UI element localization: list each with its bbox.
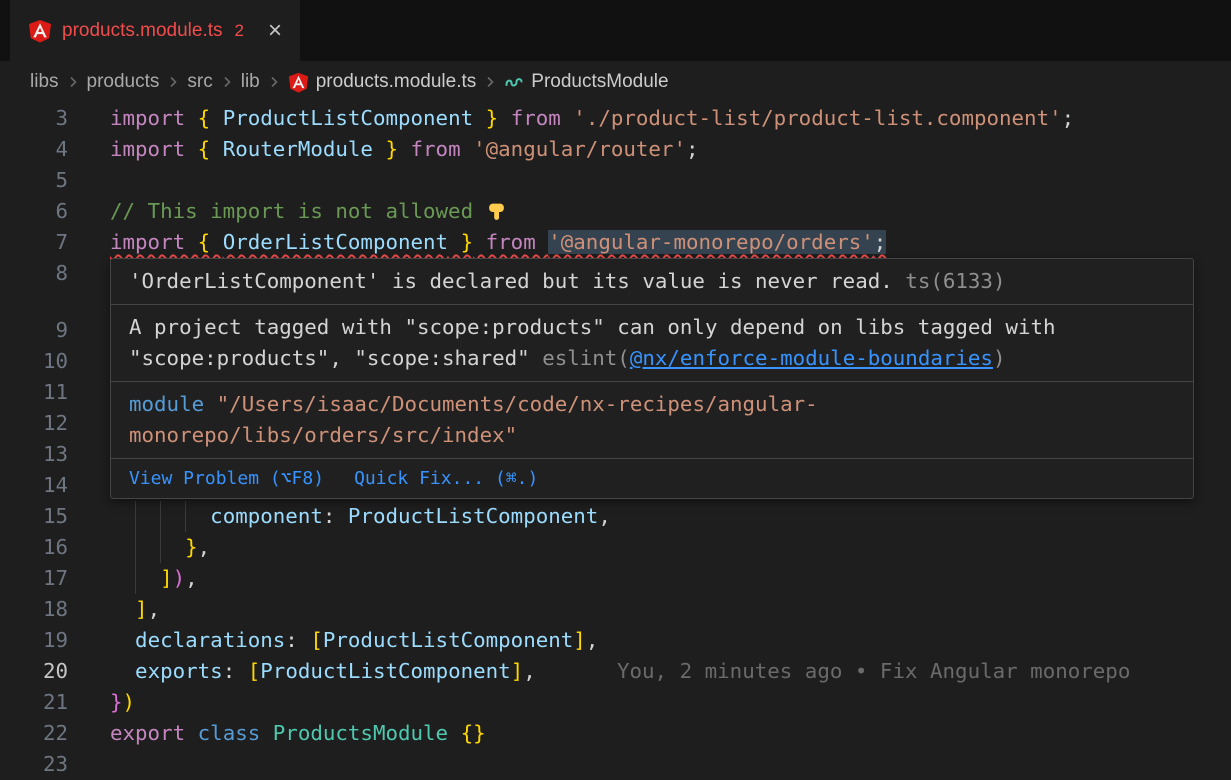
error-hover-popup: 'OrderListComponent' is declared but its…	[110, 258, 1194, 499]
code-text: component: ProductListComponent,	[110, 501, 611, 532]
code-text: exports: [ProductListComponent],	[110, 656, 536, 687]
breadcrumb-item-lib[interactable]: lib	[241, 71, 260, 93]
line-number[interactable]: 11	[0, 377, 68, 408]
code-line-17[interactable]: 17 ]),	[0, 563, 1231, 594]
angular-icon	[288, 72, 309, 93]
git-blame-annotation: You, 2 minutes ago • Fix Angular monorep…	[617, 656, 1130, 687]
code-text: import { ProductListComponent } from './…	[110, 103, 1074, 134]
code-line-6[interactable]: 6 // This import is not allowed	[0, 196, 1231, 227]
code-line-7[interactable]: 7 import { OrderListComponent } from '@an…	[0, 227, 1231, 258]
line-number[interactable]: 16	[0, 532, 68, 563]
code-text: import { RouterModule } from '@angular/r…	[110, 134, 699, 165]
line-number[interactable]: 13	[0, 439, 68, 470]
hover-section-3: module "/Users/isaac/Documents/code/nx-r…	[111, 381, 1193, 458]
hover-text-line: monorepo/libs/orders/src/index"	[129, 420, 1175, 451]
tab-bar: products.module.ts 2 ×	[0, 0, 1231, 61]
code-text: export class ProductsModule {}	[110, 718, 486, 749]
line-number[interactable]: 9	[0, 315, 68, 346]
code-text: },	[110, 532, 210, 563]
line-number[interactable]: 4	[0, 134, 68, 165]
code-text: // This import is not allowed	[110, 196, 507, 227]
code-line-21[interactable]: 21})	[0, 687, 1231, 718]
quick-fix-action[interactable]: Quick Fix... (⌘.)	[354, 468, 538, 489]
line-number[interactable]: 17	[0, 563, 68, 594]
code-line-18[interactable]: 18 ],	[0, 594, 1231, 625]
tab-label: products.module.ts	[62, 20, 223, 42]
hover-text-line: A project tagged with "scope:products" c…	[129, 312, 1175, 343]
hover-section-1: 'OrderListComponent' is declared but its…	[111, 259, 1193, 304]
nx-enforce-module-boundaries-link[interactable]: @nx/enforce-module-boundaries	[630, 346, 993, 370]
code-line-16[interactable]: 16 },	[0, 532, 1231, 563]
hover-text-line: "scope:products", "scope:shared" eslint(…	[129, 343, 1175, 374]
code-editor: 3 import { ProductListComponent } from '.…	[0, 103, 1231, 780]
pointing-down-emoji	[486, 199, 507, 223]
code-line-22[interactable]: 22 export class ProductsModule {}	[0, 718, 1231, 749]
code-line-5[interactable]: 5	[0, 165, 1231, 196]
chevron-right-icon	[165, 74, 181, 90]
breadcrumb: libs products src lib products.module.ts…	[0, 61, 1231, 103]
code-text: import { OrderListComponent } from '@ang…	[110, 227, 886, 258]
breadcrumb-item-file[interactable]: products.module.ts	[316, 71, 477, 93]
chevron-right-icon	[65, 74, 81, 90]
breadcrumb-item-symbol[interactable]: ProductsModule	[531, 71, 668, 93]
view-problem-action[interactable]: View Problem (⌥F8)	[129, 468, 324, 489]
code-text: ],	[110, 594, 160, 625]
line-number[interactable]: 5	[0, 165, 68, 196]
hover-messages: 'OrderListComponent' is declared but its…	[111, 259, 1193, 458]
code-line-23[interactable]: 23	[0, 749, 1231, 780]
code-text: })	[110, 687, 135, 718]
hover-text-line: 'OrderListComponent' is declared but its…	[129, 266, 1175, 297]
line-number[interactable]: 15	[0, 501, 68, 532]
code-line-15[interactable]: 15 component: ProductListComponent,	[0, 501, 1231, 532]
chevron-right-icon	[219, 74, 235, 90]
code-line-4[interactable]: 4 import { RouterModule } from '@angular/…	[0, 134, 1231, 165]
breadcrumb-item-libs[interactable]: libs	[30, 71, 59, 93]
hover-section-2: A project tagged with "scope:products" c…	[111, 304, 1193, 381]
problem-count-badge: 2	[235, 21, 244, 41]
chevron-right-icon	[482, 74, 498, 90]
line-number[interactable]: 18	[0, 594, 68, 625]
line-number[interactable]: 6	[0, 196, 68, 227]
breadcrumb-item-src[interactable]: src	[187, 71, 212, 93]
code-text: ]),	[110, 563, 198, 594]
vscode-window: products.module.ts 2 × libs products src…	[0, 0, 1231, 780]
code-line-20[interactable]: 20 exports: [ProductListComponent], You, …	[0, 656, 1231, 687]
code-line-3[interactable]: 3 import { ProductListComponent } from '.…	[0, 103, 1231, 134]
hover-actions-bar: View Problem (⌥F8) Quick Fix... (⌘.)	[111, 458, 1193, 498]
line-number[interactable]: 14	[0, 470, 68, 501]
code-text: declarations: [ProductListComponent],	[110, 625, 598, 656]
module-symbol-icon	[504, 72, 524, 92]
line-number[interactable]: 20	[0, 656, 68, 687]
line-number[interactable]: 22	[0, 718, 68, 749]
tab-products-module-ts[interactable]: products.module.ts 2 ×	[10, 0, 300, 61]
line-number[interactable]: 10	[0, 346, 68, 377]
line-number[interactable]: 8	[0, 258, 68, 289]
line-number[interactable]: 23	[0, 749, 68, 780]
line-number[interactable]: 3	[0, 103, 68, 134]
line-number[interactable]: 12	[0, 408, 68, 439]
hover-text-line: module "/Users/isaac/Documents/code/nx-r…	[129, 389, 1175, 420]
line-number[interactable]: 7	[0, 227, 68, 258]
line-number[interactable]: 19	[0, 625, 68, 656]
breadcrumb-item-products[interactable]: products	[87, 71, 160, 93]
line-number[interactable]: 21	[0, 687, 68, 718]
angular-icon	[28, 19, 52, 43]
chevron-right-icon	[266, 74, 282, 90]
code-line-19[interactable]: 19 declarations: [ProductListComponent],	[0, 625, 1231, 656]
close-icon[interactable]: ×	[268, 19, 282, 43]
